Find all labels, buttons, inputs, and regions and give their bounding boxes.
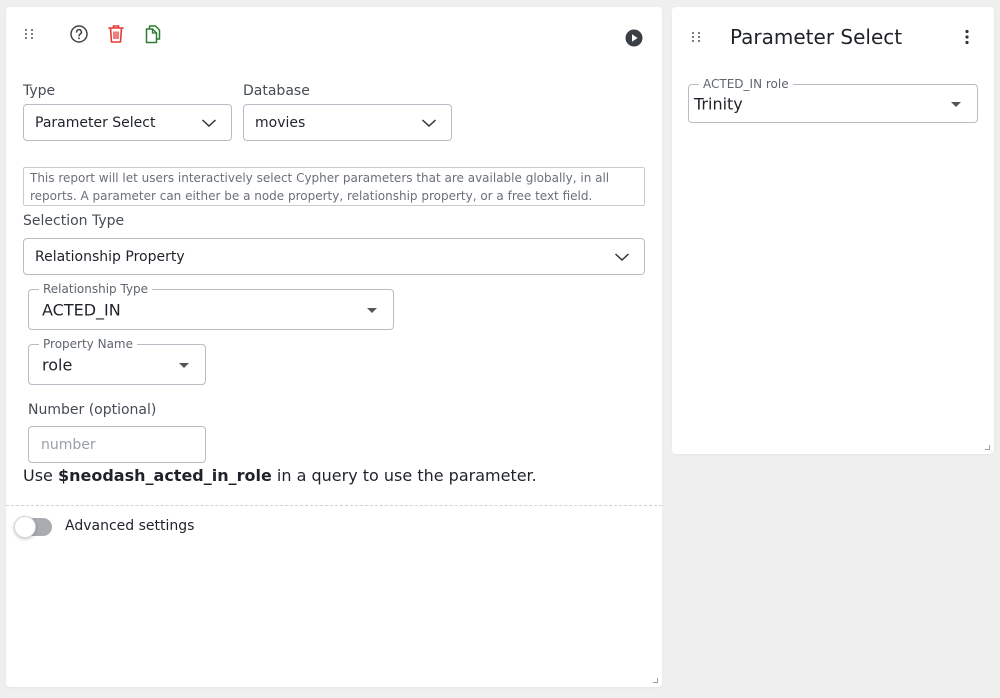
relationship-type-select[interactable]: Relationship Type ACTED_IN	[28, 281, 394, 330]
usage-prefix: Use	[23, 466, 58, 485]
number-input[interactable]	[28, 426, 206, 463]
advanced-settings-label: Advanced settings	[65, 518, 195, 534]
advanced-settings-toggle[interactable]	[14, 516, 52, 538]
usage-suffix: in a query to use the parameter.	[271, 466, 537, 485]
section-divider	[6, 505, 662, 506]
property-name-label: Property Name	[39, 336, 137, 352]
chevron-down-icon	[614, 252, 630, 261]
selection-type-value: Relationship Property	[35, 248, 185, 265]
report-description: This report will let users interactively…	[23, 167, 645, 206]
report-settings-card: Type Parameter Select Database movies Th…	[6, 7, 662, 687]
more-options-icon[interactable]	[957, 27, 977, 47]
drag-handle-icon[interactable]	[689, 30, 703, 44]
parameter-field-value: Trinity	[694, 94, 743, 113]
type-label: Type	[23, 83, 56, 99]
type-select[interactable]: Parameter Select	[23, 104, 232, 141]
parameter-usage-hint: Use $neodash_acted_in_role in a query to…	[23, 466, 537, 485]
relationship-type-value: ACTED_IN	[42, 300, 121, 319]
copy-icon[interactable]	[142, 23, 164, 45]
relationship-type-label: Relationship Type	[39, 281, 153, 297]
delete-icon[interactable]	[105, 23, 127, 45]
dropdown-caret-icon	[179, 362, 189, 368]
selection-type-select[interactable]: Relationship Property	[23, 238, 645, 275]
dropdown-caret-icon	[951, 101, 961, 107]
dropdown-caret-icon	[367, 307, 377, 313]
database-select[interactable]: movies	[243, 104, 452, 141]
help-icon[interactable]	[68, 23, 90, 45]
property-name-select[interactable]: Property Name role	[28, 336, 206, 385]
drag-handle-icon[interactable]	[22, 27, 36, 41]
report-preview-card: Parameter Select ACTED_IN role Trinity	[672, 7, 994, 454]
parameter-value-select[interactable]: ACTED_IN role Trinity	[688, 76, 978, 123]
chevron-down-icon	[421, 118, 437, 127]
resize-handle-icon[interactable]	[653, 678, 658, 683]
usage-parameter-name: $neodash_acted_in_role	[57, 466, 272, 485]
parameter-field-label: ACTED_IN role	[699, 76, 793, 92]
database-label: Database	[243, 83, 310, 99]
report-title: Parameter Select	[730, 25, 903, 49]
property-name-value: role	[42, 355, 73, 374]
database-select-value: movies	[255, 114, 306, 131]
selection-type-label: Selection Type	[23, 213, 125, 229]
run-icon[interactable]	[624, 28, 644, 48]
resize-handle-icon[interactable]	[985, 445, 990, 450]
number-label: Number (optional)	[28, 402, 157, 418]
toggle-thumb	[14, 516, 36, 538]
type-select-value: Parameter Select	[35, 114, 156, 131]
chevron-down-icon	[201, 118, 217, 127]
